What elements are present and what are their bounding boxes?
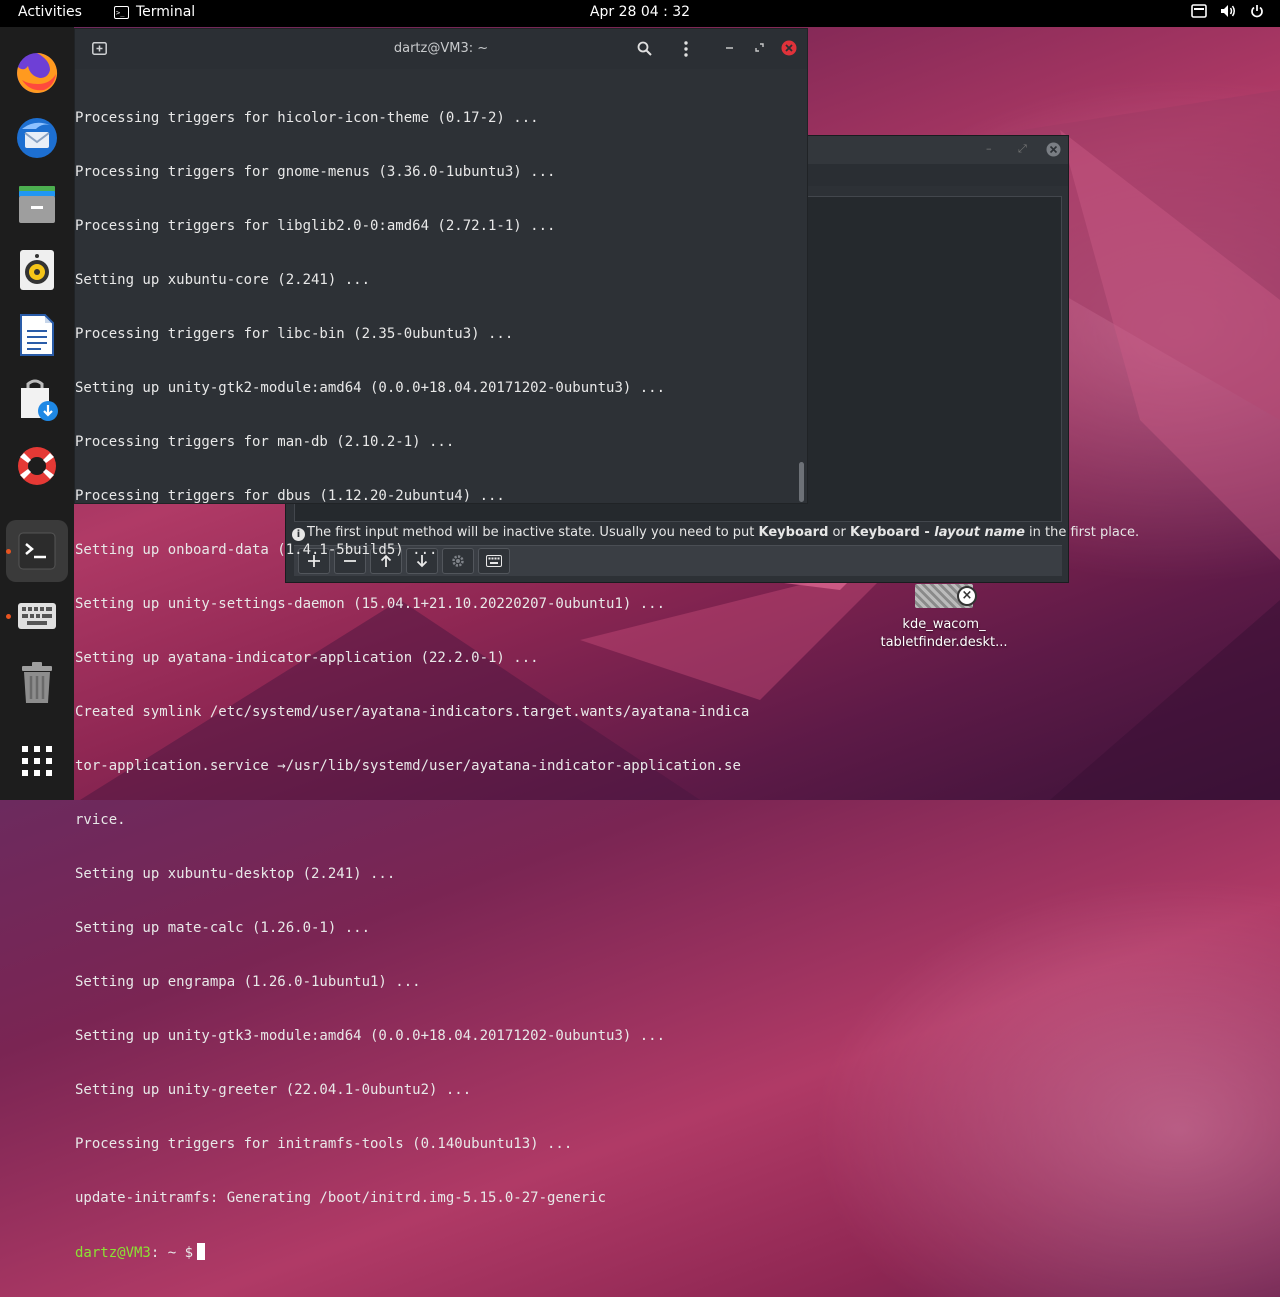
clock[interactable]: Apr 28 04 : 32: [0, 4, 1280, 20]
terminal-line: Setting up unity-gtk2-module:amd64 (0.0.…: [75, 380, 666, 396]
prompt-path: : ~ $: [150, 1245, 194, 1261]
lifebuoy-icon: [18, 447, 56, 485]
terminal-output[interactable]: Processing triggers for hicolor-icon-the…: [75, 73, 797, 1297]
power-icon[interactable]: [1250, 4, 1264, 18]
terminal-line: Processing triggers for hicolor-icon-the…: [75, 110, 539, 126]
terminal-line: Setting up xubuntu-core (2.241) ...: [75, 272, 371, 288]
untrusted-badge-icon: ×: [957, 586, 977, 606]
terminal-line: Processing triggers for libc-bin (2.35-0…: [75, 326, 514, 342]
terminal-line: Setting up unity-gtk3-module:amd64 (0.0.…: [75, 1028, 666, 1044]
info-text-post: in the first place.: [1024, 525, 1140, 540]
trash-icon: [22, 662, 52, 703]
dock-item-keyboard[interactable]: [6, 585, 68, 647]
document-icon: [20, 314, 54, 356]
terminal-line: Processing triggers for libglib2.0-0:amd…: [75, 218, 556, 234]
show-apps-button[interactable]: [6, 730, 68, 792]
volume-icon[interactable]: [1220, 4, 1237, 18]
label-line-1: kde_wacom_: [902, 617, 986, 632]
terminal-scrollbar[interactable]: [799, 462, 804, 502]
terminal-line: Setting up ayatana-indicator-application…: [75, 650, 539, 666]
top-bar: Activities >_ Terminal Apr 28 04 : 32: [0, 0, 1280, 27]
dock-item-firefox[interactable]: [6, 42, 68, 104]
maximize-icon[interactable]: ⤢: [1018, 142, 1027, 156]
close-icon[interactable]: [1046, 142, 1061, 157]
dock-item-files[interactable]: [6, 174, 68, 236]
terminal-line: Processing triggers for gnome-menus (3.3…: [75, 164, 556, 180]
terminal-line: Processing triggers for man-db (2.10.2-1…: [75, 434, 455, 450]
running-indicator-terminal: [6, 549, 11, 554]
label-line-2: tabletfinder.deskt...: [880, 635, 1008, 650]
thunderbird-icon: [17, 118, 57, 158]
terminal-line: update-initramfs: Generating /boot/initr…: [75, 1190, 607, 1206]
dock-item-help[interactable]: [6, 435, 68, 497]
terminal-line: Setting up xubuntu-desktop (2.241) ...: [75, 866, 396, 882]
search-icon[interactable]: [637, 41, 652, 56]
dock-item-rhythmbox[interactable]: [6, 239, 68, 301]
terminal-line: Setting up mate-calc (1.26.0-1) ...: [75, 920, 371, 936]
terminal-line: Setting up unity-greeter (22.04.1-0ubunt…: [75, 1082, 472, 1098]
info-or: or: [828, 525, 850, 540]
terminal-line: Setting up engrampa (1.26.0-1ubuntu1) ..…: [75, 974, 421, 990]
files-icon: [19, 186, 55, 223]
software-store-icon: [21, 379, 58, 421]
dock-item-writer[interactable]: [6, 304, 68, 366]
minimize-icon[interactable]: [725, 43, 734, 52]
running-indicator-keyboard: [6, 614, 11, 619]
screen-keyboard-icon[interactable]: [1191, 4, 1207, 18]
prompt-user: dartz@VM3: [75, 1245, 151, 1261]
dock-item-software[interactable]: [6, 369, 68, 431]
speaker-icon: [20, 250, 54, 290]
terminal-line: tor-application.service →/usr/lib/system…: [75, 758, 741, 774]
dock: [0, 27, 74, 800]
maximize-icon[interactable]: [755, 43, 764, 52]
desktop-file-icon[interactable]: × kde_wacom_ tabletfinder.deskt...: [876, 584, 1012, 652]
terminal-window[interactable]: dartz@VM3: ~ Processing triggers for hic…: [74, 28, 808, 1261]
app-grid-icon: [22, 746, 52, 776]
file-thumbnail: ×: [915, 584, 977, 608]
terminal-line: Setting up unity-settings-daemon (15.04.…: [75, 596, 666, 612]
keyboard-icon: [18, 603, 56, 629]
dock-item-thunderbird[interactable]: [6, 107, 68, 169]
terminal-line: Processing triggers for dbus (1.12.20-2u…: [75, 488, 505, 504]
terminal-prompt[interactable]: dartz@VM3: ~ $: [75, 1243, 797, 1261]
terminal-line: rvice.: [75, 812, 126, 828]
close-icon[interactable]: [781, 40, 797, 56]
system-tray[interactable]: [1191, 4, 1264, 18]
terminal-line: Setting up onboard-data (1.4.1-5build5) …: [75, 542, 438, 558]
terminal-line: Created symlink /etc/systemd/user/ayatan…: [75, 704, 750, 720]
terminal-icon: [18, 532, 56, 570]
terminal-title: dartz@VM3: ~: [393, 41, 489, 56]
minimize-icon[interactable]: –: [986, 142, 992, 155]
terminal-headerbar[interactable]: dartz@VM3: ~: [75, 29, 807, 69]
text-cursor: [197, 1243, 206, 1260]
info-keyboard-2: Keyboard -: [849, 525, 935, 540]
dock-item-terminal[interactable]: [6, 520, 68, 582]
desktop-file-label: kde_wacom_ tabletfinder.deskt...: [876, 616, 1012, 652]
terminal-line: Processing triggers for initramfs-tools …: [75, 1136, 573, 1152]
firefox-icon: [17, 52, 58, 93]
menu-kebab-icon[interactable]: [683, 41, 689, 57]
info-layout-name: layout name: [934, 525, 1025, 540]
dock-item-trash[interactable]: [6, 652, 68, 714]
